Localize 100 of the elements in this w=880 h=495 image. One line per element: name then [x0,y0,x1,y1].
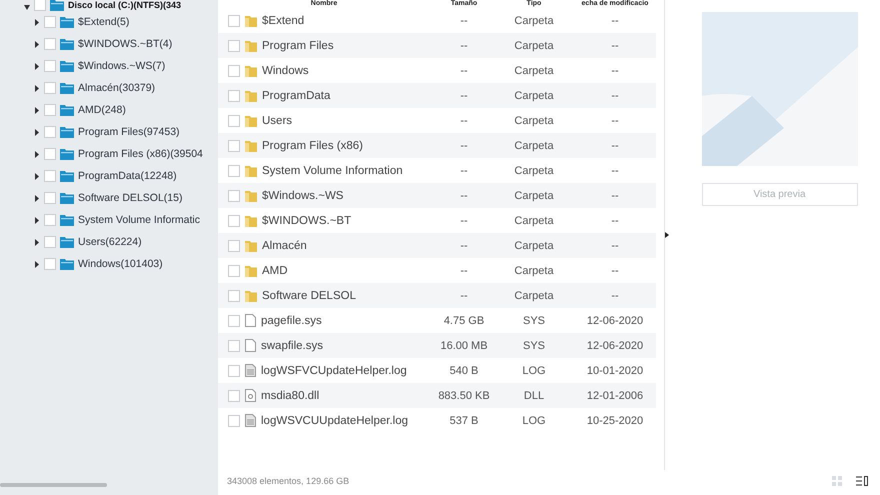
file-icon [245,339,256,352]
chevron-icon[interactable] [34,62,40,70]
date-cell-text: -- [610,64,620,76]
checkbox[interactable] [228,64,240,76]
size-cell-text: -- [459,240,469,252]
folder-icon [245,240,257,252]
chevron-icon[interactable] [34,238,40,246]
chevron-icon[interactable] [34,18,40,26]
checkbox[interactable] [44,236,56,248]
date-cell-text: -- [610,114,620,126]
type-cell-text: Carpeta [513,40,555,52]
file-icon [245,314,256,327]
checkbox[interactable] [44,126,56,138]
folder-icon [60,258,74,270]
size-cell-text: -- [459,114,469,126]
checkbox[interactable] [228,164,240,176]
checkbox[interactable] [228,114,240,126]
text-file-icon [245,414,256,427]
checkbox[interactable] [44,170,56,182]
checkbox[interactable] [44,16,56,28]
checkbox[interactable] [228,414,240,426]
chevron-icon[interactable] [34,128,40,136]
folder-icon [245,14,257,26]
checkbox[interactable] [44,192,56,204]
grid-view-icon[interactable] [832,476,842,486]
date-cell-text: -- [610,40,620,52]
tree-item[interactable]: AMD(248) [78,104,126,116]
file-name: Software DELSOL [262,290,356,302]
checkbox[interactable] [44,104,56,116]
tree-item[interactable]: Program Files(97453) [78,126,180,138]
tree-item[interactable]: Software DELSOL(15) [78,192,182,204]
size-cell-text: 537 B [448,414,480,426]
checkbox[interactable] [228,214,240,226]
chevron-icon[interactable] [24,4,30,11]
folder-icon [245,214,257,226]
checkbox[interactable] [44,60,56,72]
folder-icon [60,38,74,50]
folder-icon [245,40,257,52]
collapse-arrow-icon[interactable] [665,232,669,238]
checkbox[interactable] [34,0,46,11]
tree-item[interactable]: System Volume Informatic [78,214,200,226]
tree-item[interactable]: Users(62224) [78,236,142,248]
date-cell-text: 12-06-2020 [586,340,644,352]
checkbox[interactable] [228,140,240,152]
tree-item[interactable]: Program Files (x86)(39504 [78,148,203,160]
chevron-icon[interactable] [34,216,40,224]
chevron-icon[interactable] [34,194,40,202]
date-cell-text: 10-01-2020 [586,364,644,376]
checkbox[interactable] [44,148,56,160]
checkbox[interactable] [228,14,240,26]
tree-item[interactable]: $Windows.~WS(7) [78,60,166,72]
file-name: logWSVCUUpdateHelper.log [261,414,408,426]
checkbox[interactable] [44,214,56,226]
folder-icon [60,60,74,72]
checkbox[interactable] [228,314,240,326]
date-cell-text: 12-06-2020 [586,314,644,326]
file-name: Program Files (x86) [262,140,363,152]
chevron-icon[interactable] [34,150,40,158]
size-cell-text: 883.50 KB [437,390,491,402]
checkbox[interactable] [228,264,240,276]
scrollbar-thumb[interactable] [0,483,107,487]
checkbox[interactable] [44,258,56,270]
tree-item[interactable]: Disco local (C:)(NTFS)(343 [68,0,182,11]
tree-item[interactable]: Windows(101403) [78,258,163,270]
file-name: pagefile.sys [261,314,322,326]
checkbox[interactable] [228,190,240,202]
list-view-icon[interactable] [856,476,868,486]
folder-icon [60,126,74,138]
size-cell-text: -- [459,190,469,202]
file-name: Program Files [262,40,334,52]
folder-icon [60,82,74,94]
tree-item[interactable]: $WINDOWS.~BT(4) [78,38,172,50]
size-cell-text: 4.75 GB [442,314,486,326]
checkbox[interactable] [228,390,240,402]
type-cell-text: Carpeta [513,14,555,26]
folder-icon [245,140,257,152]
chevron-icon[interactable] [34,40,40,48]
date-cell-text: -- [610,290,620,302]
size-cell-text: -- [459,214,469,226]
checkbox[interactable] [44,82,56,94]
chevron-icon[interactable] [34,172,40,180]
text-file-icon [245,364,256,377]
checkbox[interactable] [228,290,240,302]
checkbox[interactable] [228,40,240,52]
checkbox[interactable] [228,90,240,102]
size-cell-text: -- [459,40,469,52]
checkbox[interactable] [228,240,240,252]
checkbox[interactable] [44,38,56,50]
checkbox[interactable] [228,364,240,376]
type-cell-text: Carpeta [513,90,555,102]
type-cell-text: Carpeta [513,64,555,76]
tree-item[interactable]: $Extend(5) [78,16,130,28]
folder-icon [245,264,257,276]
chevron-icon[interactable] [34,260,40,268]
date-cell-text: -- [610,14,620,26]
tree-item[interactable]: ProgramData(12248) [78,170,177,182]
checkbox[interactable] [228,340,240,352]
chevron-icon[interactable] [34,84,40,92]
tree-item[interactable]: Almacén(30379) [78,82,156,94]
chevron-icon[interactable] [34,106,40,114]
